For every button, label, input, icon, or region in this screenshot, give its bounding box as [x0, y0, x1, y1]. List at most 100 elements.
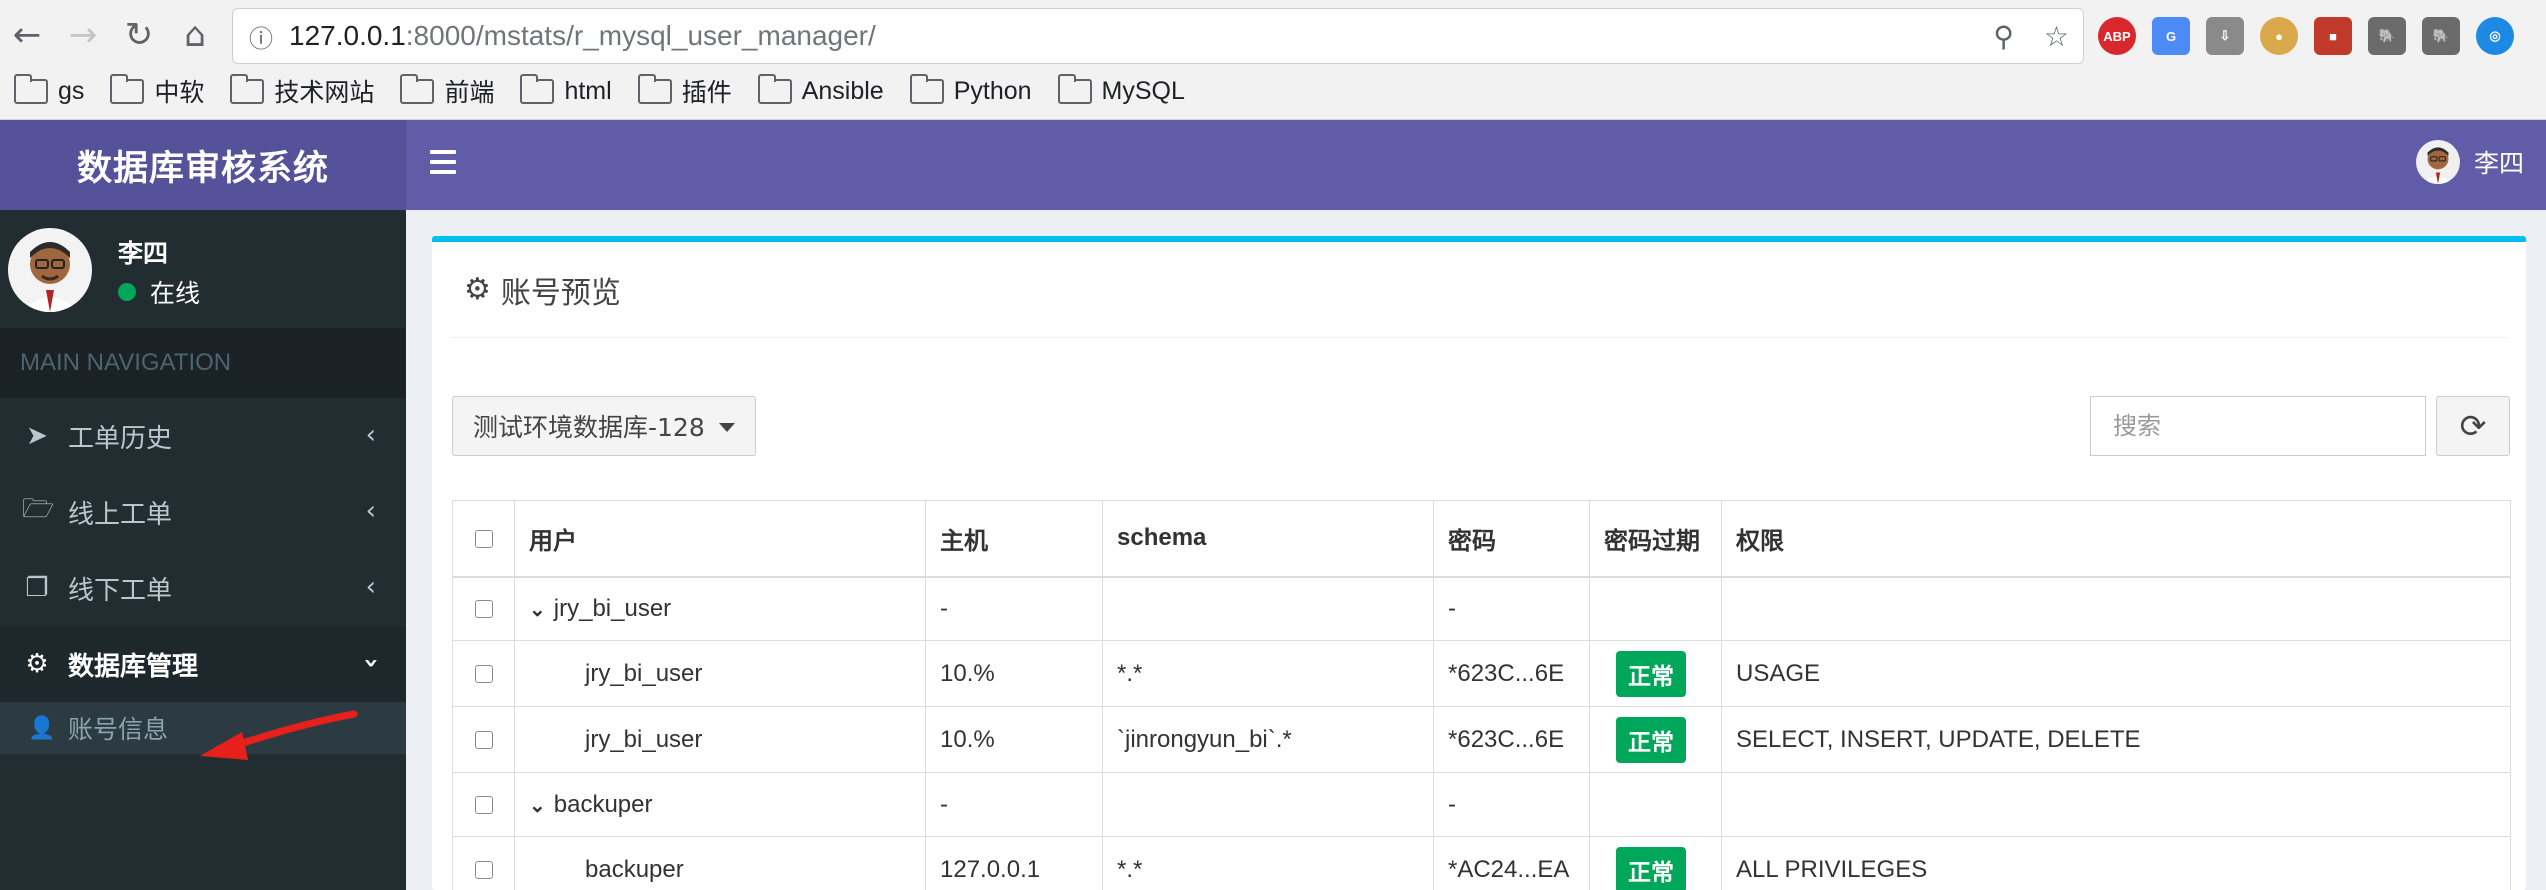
password-cell: *AC24...EA	[1433, 836, 1590, 890]
box-header: ⚙ 账号预览	[450, 242, 2508, 338]
schema-cell: *.*	[1102, 836, 1434, 890]
bookmark-ext-icon[interactable]: ■	[2314, 17, 2352, 55]
chevron-left-icon: ‹	[365, 496, 376, 526]
bookmark-folder[interactable]: MySQL	[1057, 73, 1185, 106]
zoom-icon[interactable]: ⚲	[1993, 20, 2014, 53]
bookmark-folder[interactable]: gs	[14, 73, 84, 106]
gear-icon: ⚙	[25, 649, 49, 679]
chevron-left-icon: ‹	[365, 420, 376, 450]
bookmark-folder[interactable]: 插件	[637, 73, 732, 109]
row-checkbox[interactable]	[452, 640, 515, 707]
host-cell: 10.%	[925, 706, 1103, 773]
download-icon[interactable]: ⇩	[2206, 17, 2244, 55]
table-row[interactable]: jry_bi_user 10.% *.* *623C...6E 正常 USAGE	[452, 640, 2511, 707]
reload-icon[interactable]: ↻	[116, 12, 162, 58]
host-cell: 127.0.0.1	[925, 836, 1103, 890]
chevron-down-icon: ‹	[355, 657, 386, 669]
accounts-table: 用户 主机 schema 密码 密码过期 权限 ⌄ jry_bi_user - -…	[452, 500, 2511, 890]
bookmark-folder[interactable]: html	[520, 73, 612, 106]
chevron-down-icon[interactable]: ⌄	[529, 793, 546, 818]
privileges-cell: SELECT, INSERT, UPDATE, DELETE	[1721, 706, 2511, 773]
folder-icon	[909, 73, 944, 104]
row-checkbox[interactable]	[452, 706, 515, 773]
avatar	[8, 228, 92, 312]
col-header-user[interactable]: 用户	[514, 500, 926, 578]
status-badge: 正常	[1616, 846, 1686, 890]
caret-down-icon	[719, 423, 735, 432]
user-cell[interactable]: ⌄ jry_bi_user	[514, 576, 926, 641]
status-badge: 正常	[1616, 650, 1686, 697]
table-row[interactable]: ⌄ jry_bi_user - -	[452, 576, 2511, 641]
evernote-clip-icon[interactable]: 🐘	[2422, 17, 2460, 55]
folder-icon	[637, 73, 672, 104]
schema-cell: `jinrongyun_bi`.*	[1102, 706, 1434, 773]
sidebar-item-ticket-history[interactable]: ➤ 工单历史 ‹	[0, 398, 406, 474]
search-input[interactable]	[2090, 396, 2426, 456]
folder-icon	[230, 73, 265, 104]
adblock-icon[interactable]: ABP	[2098, 17, 2136, 55]
address-bar[interactable]: ⓘ 127.0.0.1:8000/mstats/r_mysql_user_man…	[232, 8, 2084, 64]
bookmark-folder[interactable]: Ansible	[757, 73, 884, 106]
folder-icon	[14, 73, 48, 104]
user-name: 李四	[118, 239, 169, 268]
forward-icon[interactable]: →	[60, 12, 106, 58]
folder-icon	[1057, 73, 1092, 104]
col-header-privileges[interactable]: 权限	[1721, 500, 2511, 578]
table-row[interactable]: backuper 127.0.0.1 *.* *AC24...EA 正常 ALL…	[452, 836, 2511, 890]
folder-icon	[400, 73, 435, 104]
status-badge: 正常	[1616, 716, 1686, 763]
translate-icon[interactable]: G	[2152, 17, 2190, 55]
database-select[interactable]: 测试环境数据库-128	[452, 396, 756, 456]
url-text[interactable]: 127.0.0.1:8000/mstats/r_mysql_user_manag…	[289, 20, 876, 52]
row-checkbox[interactable]	[452, 576, 515, 641]
privileges-cell: ALL PRIVILEGES	[1721, 836, 2511, 890]
schema-cell	[1102, 772, 1434, 837]
sidebar-item-db-management[interactable]: ⚙ 数据库管理 ‹	[0, 626, 406, 702]
network-ext-icon[interactable]: ◎	[2476, 17, 2514, 55]
refresh-button[interactable]: ⟳	[2436, 396, 2510, 456]
col-header-password[interactable]: 密码	[1433, 500, 1590, 578]
col-header-host[interactable]: 主机	[925, 500, 1103, 578]
home-icon[interactable]: ⌂	[172, 12, 218, 58]
row-checkbox[interactable]	[452, 836, 515, 890]
user-cell: jry_bi_user	[514, 640, 926, 707]
back-icon[interactable]: ←	[4, 12, 50, 58]
sidebar-toggle-icon[interactable]	[430, 150, 456, 174]
sidebar: 李四 在线 MAIN NAVIGATION ➤ 工单历史 ‹ 🗁 线上工单 ‹ …	[0, 210, 406, 890]
host-cell: -	[925, 576, 1103, 641]
bookmark-folder[interactable]: 中软	[110, 73, 204, 109]
top-navbar: 李四	[406, 120, 2546, 210]
top-user-menu[interactable]: 李四	[2415, 140, 2524, 184]
cookie-icon[interactable]: ●	[2260, 17, 2298, 55]
table-row[interactable]: jry_bi_user 10.% `jinrongyun_bi`.* *623C…	[452, 706, 2511, 773]
chevron-left-icon: ‹	[365, 572, 376, 602]
online-dot-icon	[118, 283, 136, 301]
sidebar-item-online-tickets[interactable]: 🗁 线上工单 ‹	[0, 474, 406, 550]
privileges-cell	[1721, 772, 2511, 837]
sidebar-item-offline-tickets[interactable]: ❐ 线下工单 ‹	[0, 550, 406, 626]
bookmark-folder[interactable]: 技术网站	[230, 73, 374, 109]
col-header-schema[interactable]: schema	[1102, 500, 1434, 578]
select-all-checkbox[interactable]	[452, 500, 515, 578]
info-icon[interactable]: ⓘ	[233, 19, 289, 54]
folder-icon	[110, 73, 145, 104]
star-icon[interactable]: ☆	[2044, 20, 2069, 53]
user-cell: jry_bi_user	[514, 706, 926, 773]
bookmarks-bar: gs 中软 技术网站 前端 html 插件 Ansible Python MyS…	[14, 70, 1211, 112]
col-header-password-expired[interactable]: 密码过期	[1589, 500, 1722, 578]
expired-cell: 正常	[1589, 640, 1722, 707]
browser-chrome: ← → ↻ ⌂ ⓘ 127.0.0.1:8000/mstats/r_mysql_…	[0, 0, 2546, 120]
user-status: 在线	[118, 274, 200, 310]
evernote-icon[interactable]: 🐘	[2368, 17, 2406, 55]
row-checkbox[interactable]	[452, 772, 515, 837]
host-cell: -	[925, 772, 1103, 837]
password-cell: *623C...6E	[1433, 706, 1590, 773]
privileges-cell	[1721, 576, 2511, 641]
user-cell[interactable]: ⌄ backuper	[514, 772, 926, 837]
chevron-down-icon[interactable]: ⌄	[529, 597, 546, 622]
table-row[interactable]: ⌄ backuper - -	[452, 772, 2511, 837]
bookmark-folder[interactable]: 前端	[400, 73, 494, 109]
bookmark-folder[interactable]: Python	[909, 73, 1032, 106]
app-logo[interactable]: 数据库审核系统	[0, 120, 406, 210]
expired-cell: 正常	[1589, 836, 1722, 890]
